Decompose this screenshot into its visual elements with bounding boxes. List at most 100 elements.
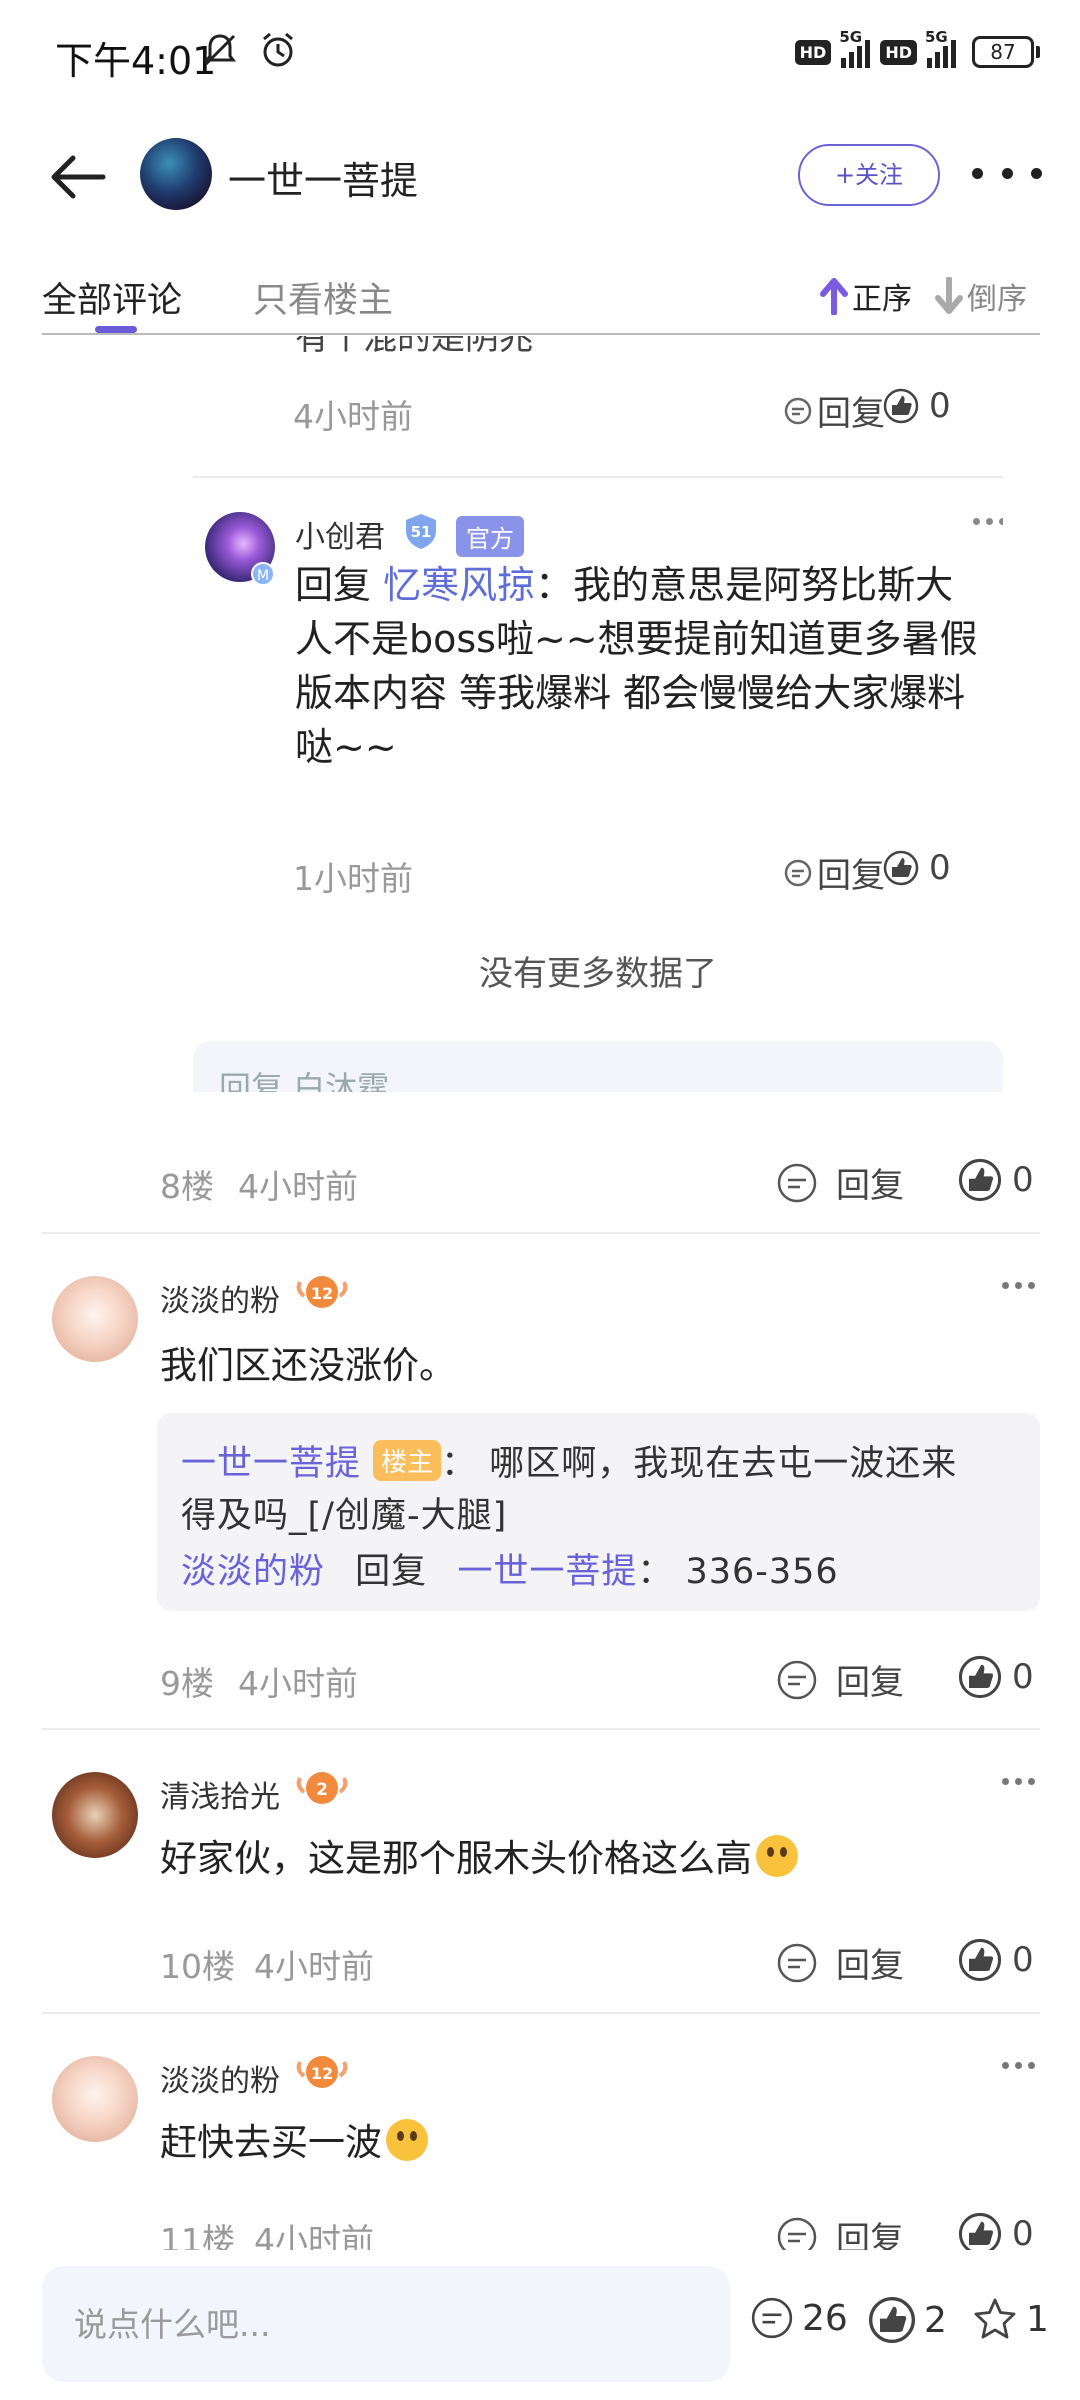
sort-descending-button[interactable]: 倒序 [935,274,1027,318]
thumbs-up-icon [958,2212,1002,2250]
reply-more-icon[interactable] [973,518,1003,525]
user-name[interactable]: 淡淡的粉 [160,2056,280,2100]
user-name[interactable]: 清浅拾光 [160,1772,280,1816]
comments-count: 26 [802,2297,848,2339]
alarm-icon [263,32,293,67]
level-badge-icon: 12 [296,2056,348,2088]
like-count: 0 [929,848,951,888]
comment-icon [777,1660,817,1699]
floor-number: 8楼 [160,1167,214,1206]
quote-line: 一世一菩提 楼主： 哪区啊，我现在去屯一波还来 [181,1435,957,1486]
reply-time: 4小时前 [293,397,413,436]
quote-reply-word: 回复 [355,1552,428,1592]
tabs-divider [42,333,1040,335]
reply-button[interactable]: 回复 [783,386,885,435]
comment-input[interactable] [42,2266,730,2382]
reply-button[interactable]: 回复 [776,1158,904,1207]
reply-label: 回复 [836,2220,904,2250]
reply-time: 1小时前 [293,859,413,898]
author-avatar[interactable] [140,138,212,210]
quote-user[interactable]: 一世一菩提 [181,1444,361,1484]
floor-number: 11楼 [160,2221,235,2250]
quote-reply-text: ： 336-356 [637,1552,839,1592]
like-count: 0 [929,386,951,426]
comment-more-icon[interactable] [1002,1282,1035,1289]
author-name[interactable]: 一世一菩提 [228,150,418,205]
more-options-icon[interactable] [972,148,1042,198]
user-avatar[interactable] [52,1276,138,1362]
comments-button[interactable]: 26 [750,2296,848,2340]
thumbs-up-icon [869,2297,915,2343]
reply-prefix: 回复 [295,563,372,607]
reply-label: 回复 [836,1166,904,1206]
reply-button[interactable]: 回复 [776,2212,904,2250]
floor-time: 4小时前 [238,1664,358,1703]
comment-more-icon[interactable] [1002,2062,1035,2069]
quote-line: 淡淡的粉 回复 一世一菩提： 336-356 [181,1543,839,1594]
user-avatar[interactable] [52,1772,138,1858]
reply-label: 回复 [817,856,885,896]
like-button[interactable]: 0 [958,1655,1034,1699]
like-post-button[interactable]: 2 [868,2296,947,2344]
comment-icon [777,2217,817,2250]
favorite-button[interactable]: 1 [972,2296,1049,2342]
reply-mention[interactable]: 忆寒风掠 [383,563,535,607]
reply-user-name[interactable]: 小创君 [295,512,385,556]
active-tab-indicator [95,326,137,333]
like-button[interactable]: 0 [958,2212,1034,2250]
floor-time: 4小时前 [254,2221,374,2250]
battery-level: 87 [972,36,1034,68]
like-button[interactable]: 0 [883,848,951,888]
floor-time: 4小时前 [238,1167,358,1206]
like-button[interactable]: 0 [883,386,951,426]
level-badge-icon: 12 [296,1276,348,1308]
comment-icon [784,859,812,886]
clipped-reply-text: 有个混的是阴兆 [295,336,533,358]
star-icon [974,2298,1016,2339]
floor-11-clip: 淡淡的粉 12 赶快去买一波 11楼 4小时前 回复 0 [0,2040,1080,2250]
floor-number: 9楼 [160,1664,214,1703]
reply-label: 回复 [836,1663,904,1703]
verified-badge-icon: M [251,562,275,586]
bottom-action-bar: 26 2 1 [0,2250,1080,2400]
reply-button[interactable]: 回复 [776,1655,904,1704]
thumbs-up-icon [883,850,919,886]
comment-content: 赶快去买一波 [160,2112,428,2166]
quote-text: 得及吗_[/创魔-大腿] [181,1496,508,1536]
quote-text: ： 哪区啊，我现在去屯一波还来 [441,1444,958,1484]
comment-more-icon[interactable] [1002,1778,1035,1785]
likes-count: 2 [924,2299,947,2341]
back-arrow-icon[interactable] [45,142,115,212]
user-avatar[interactable] [52,2056,138,2142]
thumbs-up-icon [958,1158,1002,1202]
quoted-replies-box[interactable]: 一世一菩提 楼主： 哪区啊，我现在去屯一波还来 得及吗_[/创魔-大腿] 淡淡的… [157,1413,1040,1611]
sort-ascending-button[interactable]: 正序 [820,274,912,318]
comment-icon [777,1163,817,1202]
signal-icon: 5G [925,28,956,68]
reply-button[interactable]: 回复 [776,1938,904,1987]
signal-icon: 5G [839,28,871,68]
status-right-icons: HD 5G HD 5G 87 [794,28,1040,68]
like-count: 0 [1012,1657,1034,1697]
reply-button[interactable]: 回复 [783,848,885,897]
next-reply-text: 回复 白沐霆 [219,1069,390,1092]
thumbs-up-icon [958,1938,1002,1982]
sort-ascending-label: 正序 [852,282,912,317]
reply-thread-panel[interactable]: 有个混的是阴兆 4小时前 回复 0 M 小创君 51 官方 回复 忆寒风掠：我的… [193,336,1003,1092]
reply-label: 回复 [817,394,885,434]
tab-op-only[interactable]: 只看楼主 [253,272,393,323]
follow-button[interactable]: +关注 [798,144,940,206]
like-count: 0 [1012,1160,1034,1200]
user-level: 12 [311,1284,333,1303]
network-type: 5G [839,28,863,46]
next-reply-preview[interactable]: 回复 白沐霆 [193,1041,1003,1092]
reply-label: 回复 [836,1946,904,1986]
like-button[interactable]: 0 [958,1938,1034,1982]
quote-reply-target[interactable]: 一世一菩提 [457,1552,637,1592]
floor-divider [42,1728,1040,1730]
tab-all-comments[interactable]: 全部评论 [42,272,182,323]
quote-reply-user[interactable]: 淡淡的粉 [181,1552,325,1592]
official-tag: 官方 [456,516,524,557]
like-button[interactable]: 0 [958,1158,1034,1202]
user-name[interactable]: 淡淡的粉 [160,1276,280,1320]
